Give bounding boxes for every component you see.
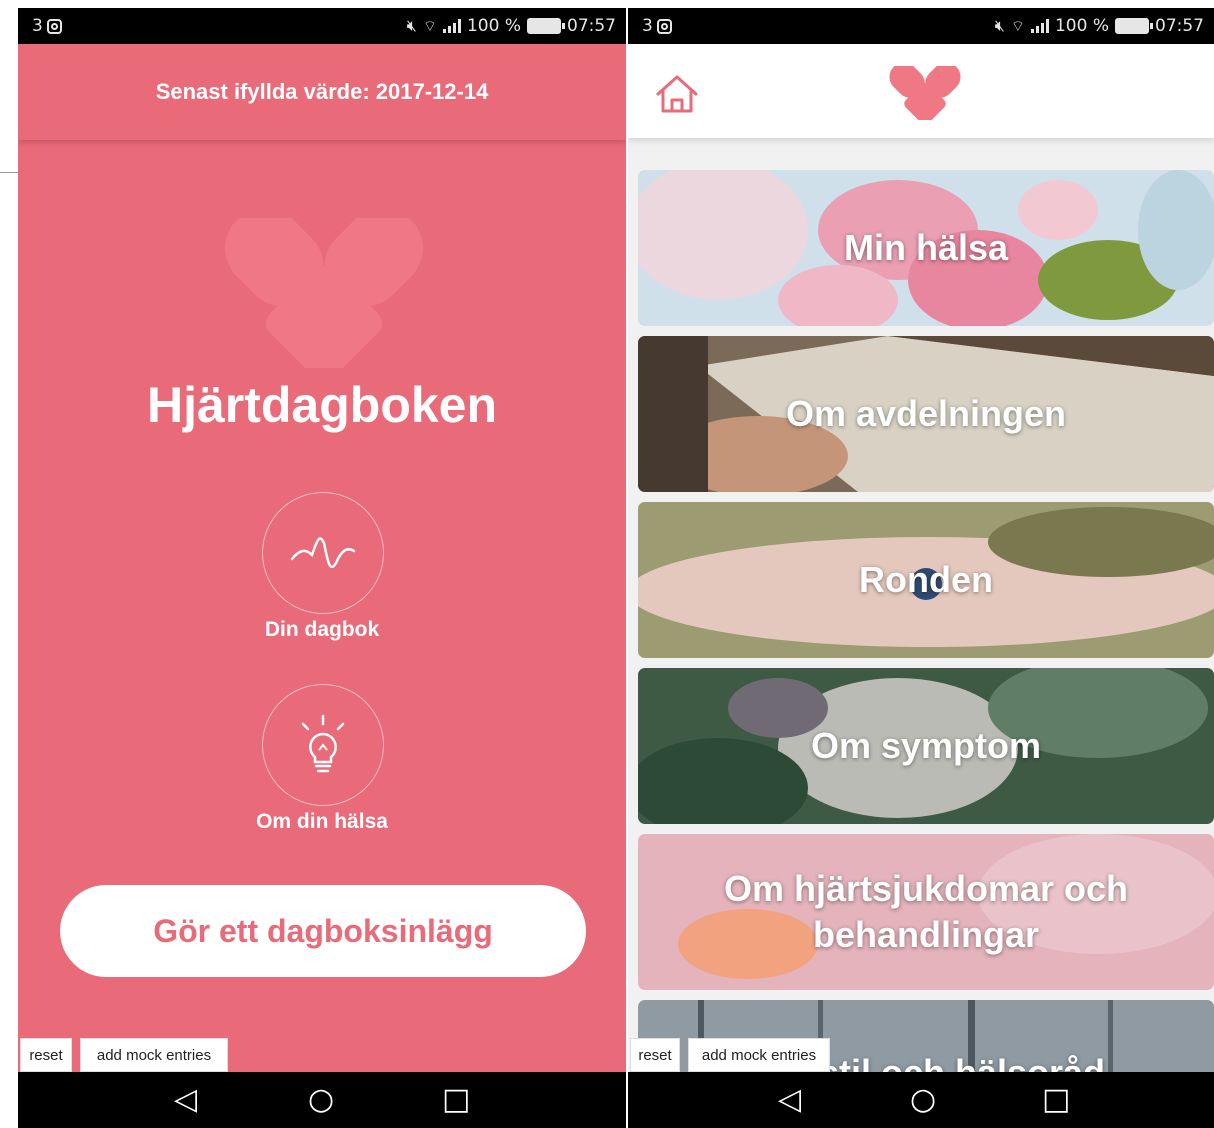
battery-icon xyxy=(1115,18,1153,34)
instagram-icon xyxy=(46,18,62,34)
home-icon[interactable] xyxy=(654,74,700,114)
signal-icon xyxy=(1030,19,1049,33)
home-nav-icon[interactable]: ○ xyxy=(308,1085,334,1115)
card-om-avdelningen[interactable]: Om avdelningen xyxy=(638,336,1214,492)
instagram-icon xyxy=(656,18,672,34)
new-diary-entry-button[interactable]: Gör ett dagboksinlägg xyxy=(60,885,586,977)
reset-button[interactable]: reset xyxy=(20,1038,72,1072)
signal-icon xyxy=(442,19,461,33)
card-title: Om symptom xyxy=(810,725,1042,766)
add-mock-entries-button[interactable]: add mock entries xyxy=(688,1038,830,1072)
home-nav-icon[interactable]: ○ xyxy=(910,1085,936,1115)
lightbulb-icon xyxy=(301,714,345,773)
mute-icon: 🔇︎ xyxy=(406,16,417,35)
android-nav-bar: ◁ ○ □ xyxy=(18,1072,626,1128)
wifi-icon: ⌔ xyxy=(1010,16,1025,35)
health-button[interactable] xyxy=(262,684,384,806)
card-title: Ronden xyxy=(859,559,993,600)
status-bar: 3 🔇︎ ⌔ 100 % 07:57 xyxy=(628,8,1214,44)
wifi-icon: ⌔ xyxy=(422,16,437,35)
card-om-hjartsjukdomar[interactable]: Om hjärtsjukdomar och behandlingar xyxy=(638,834,1214,990)
clock: 07:57 xyxy=(1155,16,1204,36)
last-entry-text: Senast ifyllda värde: 2017-12-14 xyxy=(155,79,489,104)
carrier-label: 3 xyxy=(32,16,43,36)
last-entry-header: Senast ifyllda värde: 2017-12-14 xyxy=(18,44,626,140)
back-icon[interactable]: ◁ xyxy=(174,1085,197,1115)
card-om-symptom[interactable]: Om symptom xyxy=(638,668,1214,824)
card-title: Min hälsa xyxy=(843,227,1009,268)
diary-button[interactable] xyxy=(262,492,384,614)
diary-label[interactable]: Din dagbok xyxy=(18,618,626,642)
card-title: Om avdelningen xyxy=(785,393,1067,434)
card-min-halsa[interactable]: Min hälsa xyxy=(638,170,1214,326)
pulse-graph-icon xyxy=(290,537,356,569)
reset-button[interactable]: reset xyxy=(630,1038,680,1072)
battery-icon xyxy=(527,18,565,34)
clock: 07:57 xyxy=(567,16,616,36)
edge-line xyxy=(0,172,18,173)
status-bar: 3 🔇︎ ⌔ 100 % 07:57 xyxy=(18,8,626,44)
recents-icon[interactable]: □ xyxy=(442,1085,470,1115)
card-title: Om hjärtsjukdomar och behandlingar xyxy=(723,868,1129,955)
phone-left-screen: 3 🔇︎ ⌔ 100 % 07:57 Senast ifyllda värde:… xyxy=(18,8,626,1128)
back-icon[interactable]: ◁ xyxy=(778,1085,801,1115)
top-app-bar xyxy=(628,44,1214,138)
battery-percent: 100 % xyxy=(466,16,521,36)
android-nav-bar: ◁ ○ □ xyxy=(628,1072,1214,1128)
mute-icon: 🔇︎ xyxy=(994,16,1005,35)
app-title: Hjärtdagboken xyxy=(146,377,498,433)
phone-right-screen: 3 🔇︎ ⌔ 100 % 07:57 Min hälsa Om avdelnin… xyxy=(628,8,1214,1128)
health-label[interactable]: Om din hälsa xyxy=(18,810,626,834)
battery-percent: 100 % xyxy=(1054,16,1109,36)
carrier-label: 3 xyxy=(642,16,653,36)
heart-logo-icon xyxy=(889,66,961,120)
card-ronden[interactable]: Ronden xyxy=(638,502,1214,658)
recents-icon[interactable]: □ xyxy=(1042,1085,1070,1115)
add-mock-entries-button[interactable]: add mock entries xyxy=(80,1038,228,1072)
heart-logo-icon xyxy=(225,218,423,368)
